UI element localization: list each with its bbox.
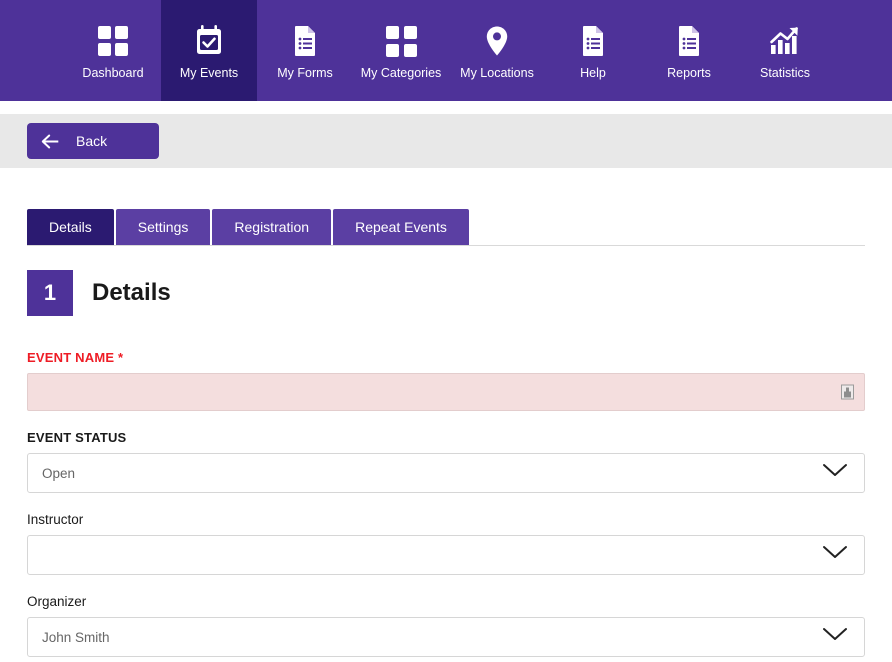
document-list-icon	[676, 22, 702, 60]
section-header: 1 Details	[27, 270, 865, 316]
event-status-value: Open	[42, 465, 76, 481]
tab-settings[interactable]: Settings	[115, 209, 211, 245]
main-navigation: Dashboard My Events My Forms My Categori…	[0, 0, 892, 101]
map-pin-icon	[485, 22, 509, 60]
field-organizer: Organizer John Smith	[27, 594, 865, 657]
tab-registration[interactable]: Registration	[212, 209, 332, 245]
page-content: Details Settings Registration Repeat Eve…	[0, 209, 892, 657]
nav-label: Help	[580, 65, 606, 80]
tab-label: Details	[49, 219, 92, 235]
chevron-down-icon	[822, 545, 848, 565]
nav-label: My Forms	[277, 65, 333, 80]
tab-repeat-events[interactable]: Repeat Events	[333, 209, 469, 245]
field-event-status: EVENT STATUS Open	[27, 430, 865, 493]
page-title: Details	[92, 279, 171, 306]
instructor-select[interactable]	[27, 535, 865, 575]
nav-item-my-locations[interactable]: My Locations	[449, 0, 545, 101]
back-button[interactable]: Back	[27, 123, 159, 159]
organizer-label: Organizer	[27, 594, 87, 609]
tab-label: Registration	[234, 219, 310, 235]
grid-icon	[386, 22, 417, 60]
chevron-down-icon	[822, 463, 848, 483]
nav-label: Dashboard	[82, 65, 144, 80]
nav-item-my-categories[interactable]: My Categories	[353, 0, 449, 101]
event-status-select[interactable]: Open	[27, 453, 865, 493]
organizer-select[interactable]: John Smith	[27, 617, 865, 657]
tab-details[interactable]: Details	[27, 209, 114, 245]
chevron-down-icon	[822, 627, 848, 647]
nav-item-dashboard[interactable]: Dashboard	[65, 0, 161, 101]
back-button-label: Back	[76, 133, 108, 149]
field-event-name: EVENT NAME *	[27, 350, 865, 411]
details-form: EVENT NAME * EVENT STATUS Open Instructo…	[27, 350, 865, 657]
field-instructor: Instructor	[27, 512, 865, 575]
instructor-label: Instructor	[27, 512, 84, 527]
toolbar-area: Back	[0, 101, 892, 168]
required-asterisk: *	[118, 350, 124, 365]
step-number-badge: 1	[27, 270, 73, 316]
nav-label: My Events	[179, 65, 239, 80]
nav-item-help[interactable]: Help	[545, 0, 641, 101]
tab-label: Repeat Events	[355, 219, 447, 235]
nav-item-my-events[interactable]: My Events	[161, 0, 257, 101]
event-name-input[interactable]	[27, 373, 865, 411]
nav-label: Reports	[667, 65, 711, 80]
tab-label: Settings	[137, 219, 189, 235]
tab-bar: Details Settings Registration Repeat Eve…	[27, 209, 865, 246]
event-status-label: EVENT STATUS	[27, 430, 127, 445]
event-name-label: EVENT NAME *	[27, 350, 865, 365]
document-list-icon	[292, 22, 318, 60]
toolbar: Back	[0, 114, 892, 168]
nav-item-my-forms[interactable]: My Forms	[257, 0, 353, 101]
calendar-check-icon	[194, 22, 224, 60]
nav-item-reports[interactable]: Reports	[641, 0, 737, 101]
nav-label: My Locations	[460, 65, 534, 80]
nav-label: Statistics	[759, 65, 810, 80]
arrow-left-icon	[41, 134, 60, 149]
document-list-icon	[580, 22, 606, 60]
nav-item-statistics[interactable]: Statistics	[737, 0, 833, 101]
nav-label: My Categories	[360, 65, 442, 80]
event-name-label-text: EVENT NAME	[27, 350, 115, 365]
organizer-value: John Smith	[42, 629, 110, 645]
bar-chart-arrow-icon	[769, 22, 801, 60]
grid-icon	[98, 22, 128, 60]
image-placeholder-icon	[841, 384, 854, 400]
